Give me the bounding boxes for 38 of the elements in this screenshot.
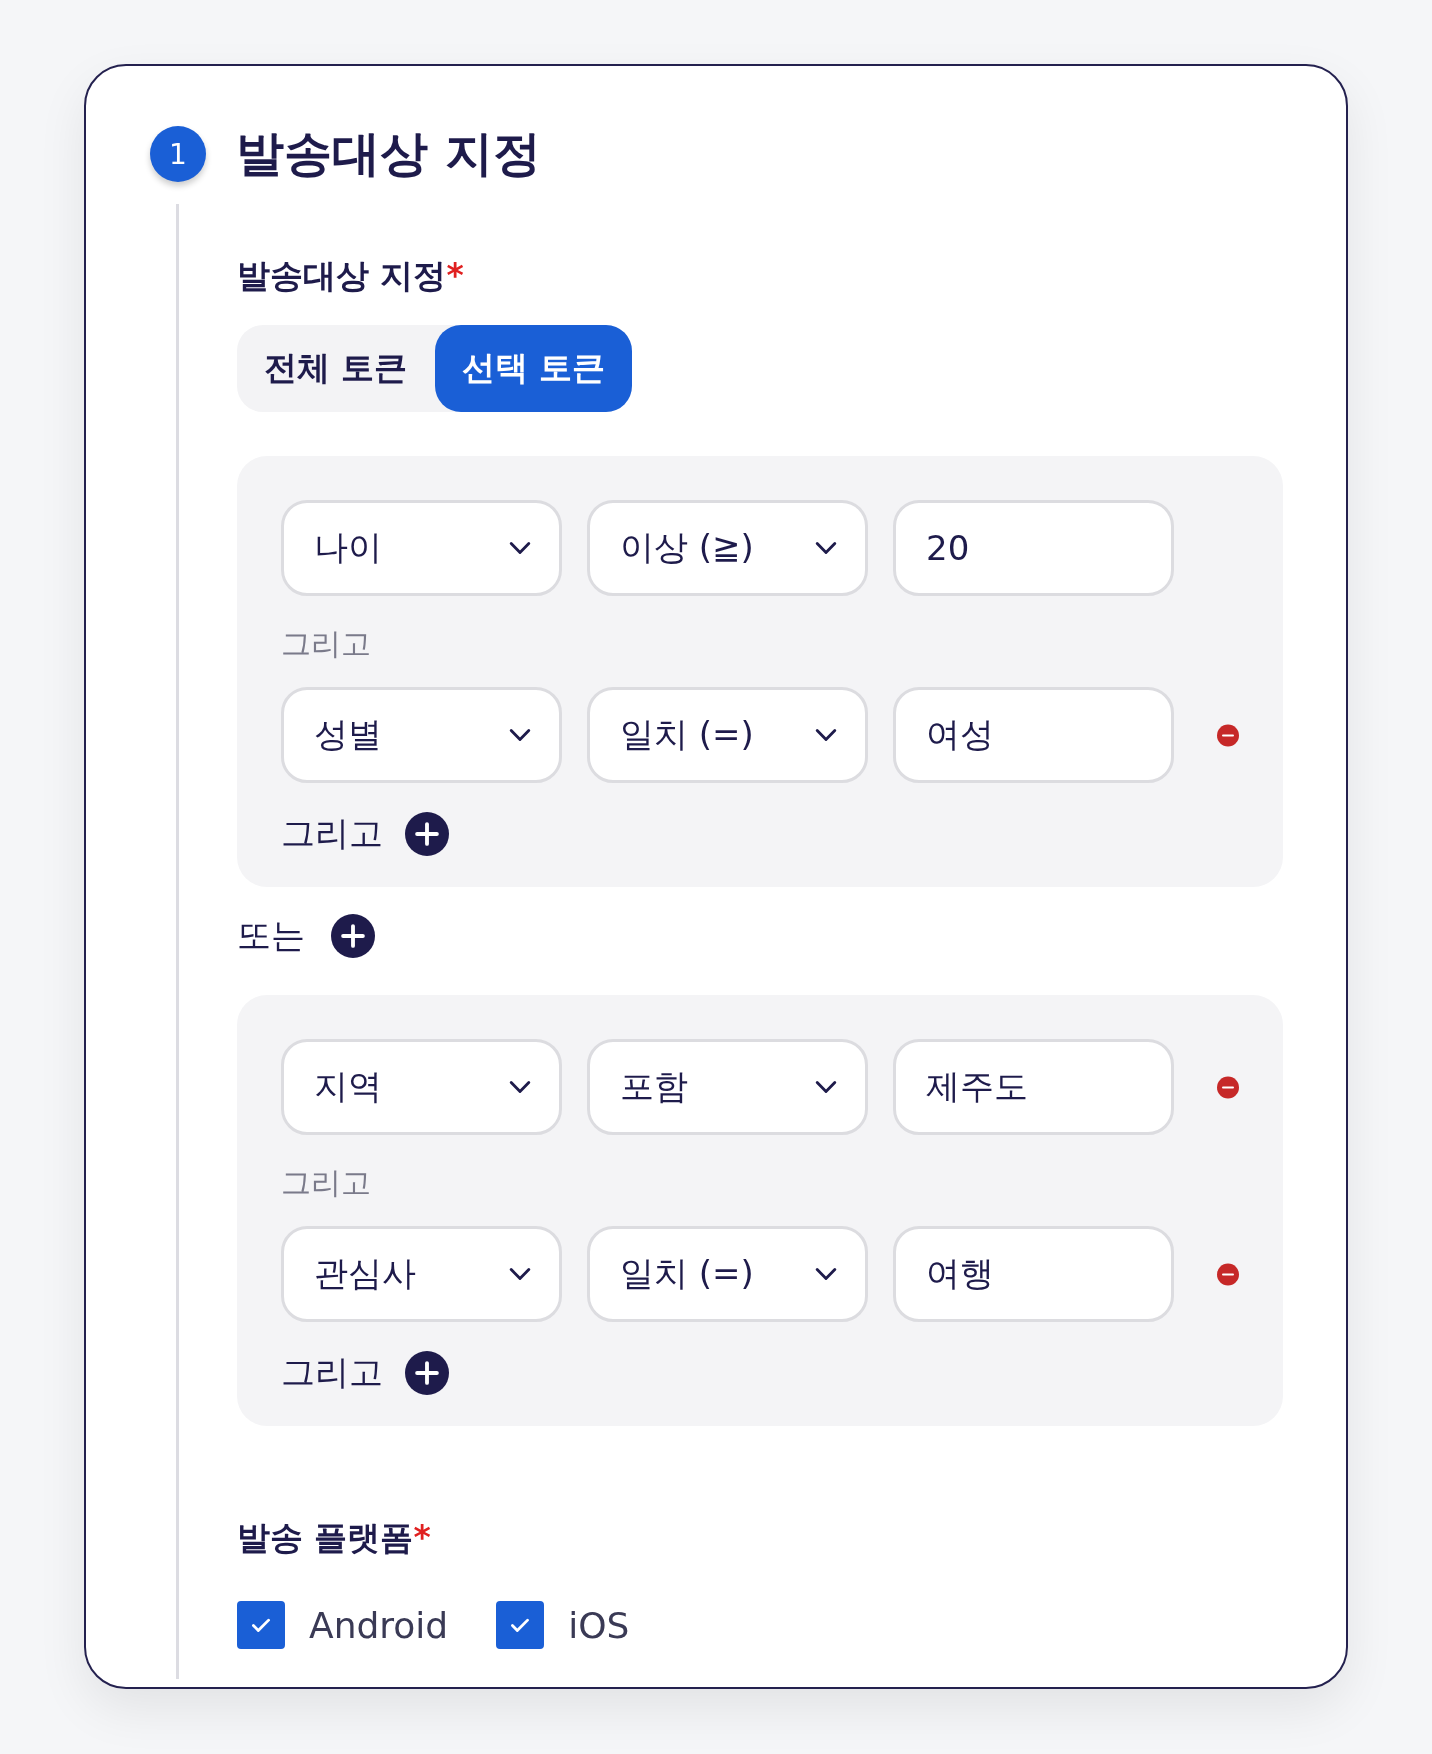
step-number-badge: 1 [150, 126, 206, 182]
checkbox[interactable] [237, 1601, 285, 1649]
chevron-down-icon [815, 1267, 837, 1281]
chevron-down-icon [509, 1080, 531, 1094]
add-and-label: 그리고 [281, 812, 383, 855]
section-title: 발송대상 지정 [236, 124, 541, 183]
add-and-label: 그리고 [281, 1351, 383, 1394]
operator-select[interactable]: 포함 [587, 1039, 868, 1135]
chevron-down-icon [815, 1080, 837, 1094]
value-input[interactable]: 여성 [893, 687, 1174, 783]
chevron-down-icon [815, 541, 837, 555]
connector-label: 그리고 [281, 625, 372, 663]
operator-select[interactable]: 일치 (=) [587, 1226, 868, 1322]
add-icon[interactable] [405, 1351, 449, 1395]
chevron-down-icon [509, 541, 531, 555]
add-icon[interactable] [331, 914, 375, 958]
operator-select[interactable]: 일치 (=) [587, 687, 868, 783]
field-select[interactable]: 나이 [281, 500, 562, 596]
field-label: 발송 플랫폼* [237, 1517, 432, 1559]
connector-label: 그리고 [281, 1164, 372, 1202]
value-input[interactable]: 제주도 [893, 1039, 1174, 1135]
value-input[interactable]: 20 [893, 500, 1174, 596]
field-select[interactable]: 관심사 [281, 1226, 562, 1322]
chevron-down-icon [509, 1267, 531, 1281]
value-input[interactable]: 여행 [893, 1226, 1174, 1322]
operator-select[interactable]: 이상 (≧) [587, 500, 868, 596]
add-icon[interactable] [405, 812, 449, 856]
segment-button[interactable]: 선택 토큰 [434, 325, 632, 412]
chevron-down-icon [509, 728, 531, 742]
chevron-down-icon [815, 728, 837, 742]
or-label: 또는 [237, 914, 305, 957]
field-select[interactable]: 지역 [281, 1039, 562, 1135]
checkbox-label: Android [309, 1604, 449, 1646]
segment-button[interactable]: 전체 토큰 [237, 325, 435, 412]
checkbox-label: iOS [568, 1604, 630, 1646]
field-label: 발송대상 지정* [237, 255, 465, 297]
field-select[interactable]: 성별 [281, 687, 562, 783]
checkbox[interactable] [496, 1601, 545, 1649]
